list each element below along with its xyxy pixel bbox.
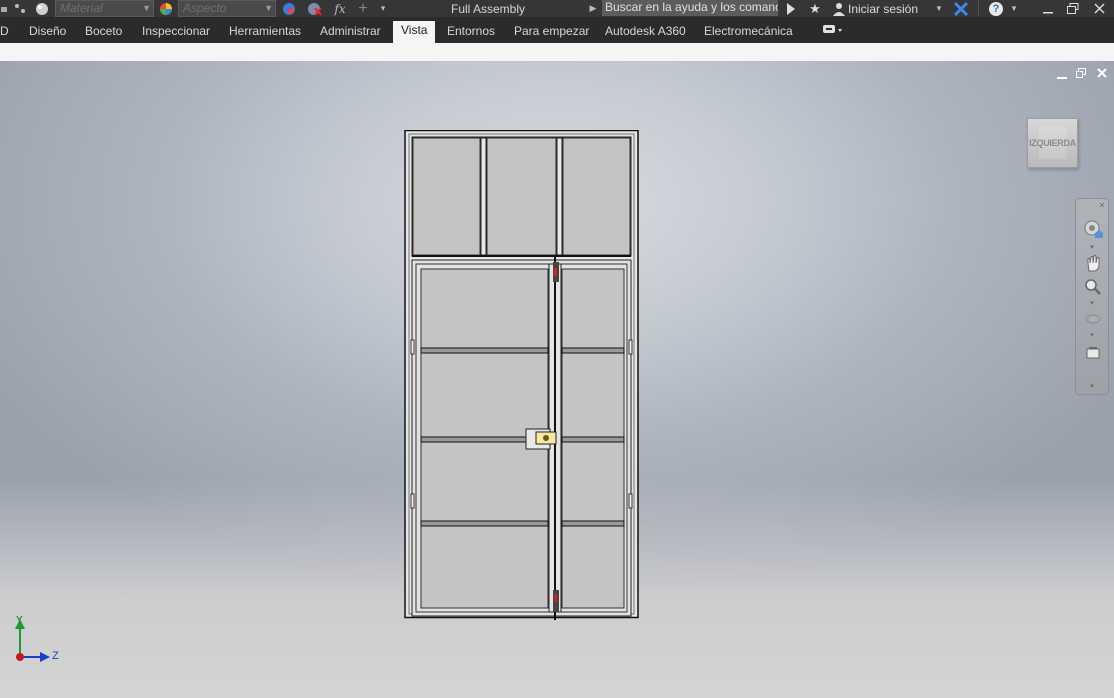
tab-para-empezar[interactable]: Para empezar — [514, 22, 589, 43]
pan-hand-icon[interactable] — [1082, 253, 1104, 273]
appearance-sphere-icon[interactable] — [157, 0, 175, 17]
adjust-appearance-icon[interactable] — [281, 0, 299, 17]
clear-appearance-icon[interactable] — [306, 0, 324, 17]
quick-access-icon[interactable] — [0, 0, 10, 17]
help-chevron-icon[interactable]: ▼ — [1009, 0, 1019, 17]
close-icon[interactable] — [1088, 0, 1110, 17]
customize-qat-icon[interactable]: ▾ — [376, 0, 390, 17]
tab-herramientas[interactable]: Herramientas — [229, 22, 301, 43]
tab-diseno[interactable]: Diseño — [29, 22, 66, 43]
viewport-close-icon[interactable] — [1097, 67, 1107, 81]
plus-icon[interactable]: + — [355, 0, 371, 17]
appearance-dropdown-value: Aspecto — [183, 1, 227, 15]
material-dropdown[interactable]: Material ▼ — [55, 0, 154, 17]
navbar-close-icon[interactable]: × — [1096, 199, 1108, 211]
restore-icon[interactable] — [1062, 0, 1084, 17]
axis-y-label: Y — [16, 615, 23, 626]
user-icon[interactable] — [830, 0, 848, 17]
chevron-down-icon: ▼ — [264, 3, 273, 13]
graphics-viewport[interactable]: IZQUIERDA × ▾ ▾ ▾ ▾ Y Z — [0, 61, 1114, 698]
material-dropdown-value: Material — [60, 1, 103, 15]
help-search-input[interactable]: Buscar en la ayuda y los comanc — [602, 0, 778, 16]
title-bar: Material ▼ Aspecto ▼ fx + ▾ Full Assembl… — [0, 0, 1114, 17]
minimize-icon[interactable] — [1038, 0, 1058, 17]
divider — [978, 1, 979, 15]
favorites-star-icon[interactable]: ★ — [806, 0, 824, 17]
axis-z-label: Z — [52, 650, 59, 662]
ribbon-tab-bar: D Diseño Boceto Inspeccionar Herramienta… — [0, 17, 1114, 43]
tab-boceto[interactable]: Boceto — [85, 22, 122, 43]
viewcube[interactable]: IZQUIERDA — [1027, 118, 1078, 168]
material-sphere-icon[interactable] — [33, 0, 51, 17]
zoom-chevron-icon[interactable]: ▾ — [1076, 299, 1108, 307]
search-binoculars-icon[interactable] — [783, 0, 799, 17]
document-title: Full Assembly — [450, 1, 526, 16]
tab-vista[interactable]: Vista — [393, 21, 436, 43]
ribbon-panel-collapsed — [0, 43, 1114, 61]
look-at-icon[interactable] — [1082, 343, 1104, 363]
search-expand-icon[interactable]: ▶ — [588, 0, 598, 17]
viewport-minimize-icon[interactable] — [1057, 68, 1067, 82]
tab-3d-model[interactable]: D — [0, 22, 9, 43]
zoom-icon[interactable] — [1082, 277, 1104, 297]
signin-button[interactable]: Iniciar sesión — [848, 0, 928, 17]
help-icon[interactable]: ? — [987, 0, 1005, 17]
appearance-dropdown[interactable]: Aspecto ▼ — [178, 0, 276, 17]
tab-inspeccionar[interactable]: Inspeccionar — [142, 22, 210, 43]
navigation-bar: × ▾ ▾ ▾ ▾ — [1075, 198, 1109, 395]
orbit-icon[interactable] — [1082, 309, 1104, 329]
exchange-apps-icon[interactable] — [950, 0, 972, 17]
tab-autodesk-a360[interactable]: Autodesk A360 — [605, 22, 686, 43]
tab-electromecanica[interactable]: Electromecánica — [704, 22, 793, 43]
wheel-chevron-icon[interactable]: ▾ — [1076, 243, 1108, 251]
steering-wheel-icon[interactable] — [1082, 219, 1104, 239]
sketch-points-icon[interactable] — [12, 0, 28, 17]
navbar-customize-icon[interactable]: ▾ — [1076, 382, 1108, 390]
tab-entornos[interactable]: Entornos — [447, 22, 495, 43]
signin-chevron-icon[interactable]: ▼ — [934, 0, 944, 17]
orbit-chevron-icon[interactable]: ▾ — [1076, 331, 1108, 339]
axis-triad: Y Z — [10, 611, 70, 671]
tab-administrar[interactable]: Administrar — [320, 22, 381, 43]
ribbon-display-toggle[interactable] — [822, 21, 844, 42]
door-assembly-model[interactable] — [404, 130, 640, 622]
fx-parameters-icon[interactable]: fx — [331, 0, 349, 17]
viewport-restore-icon[interactable] — [1076, 67, 1086, 81]
viewcube-face-label: IZQUIERDA — [1029, 138, 1076, 148]
chevron-down-icon: ▼ — [142, 3, 151, 13]
